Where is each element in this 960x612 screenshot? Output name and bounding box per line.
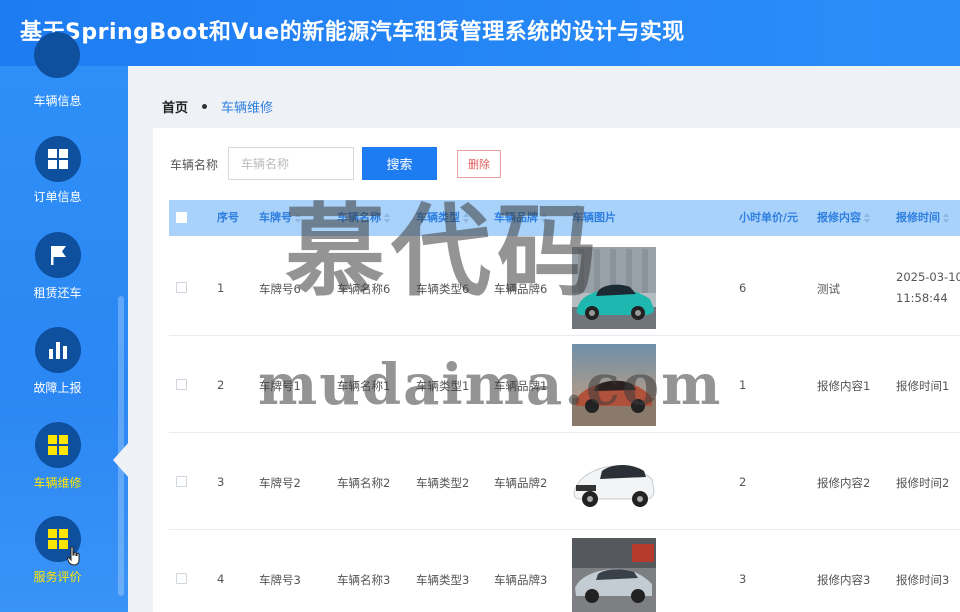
col-header-image: 车辆图片 [572, 211, 616, 224]
cell-time-date: 2025-03-10 [896, 270, 960, 284]
cell-brand: 车辆品牌1 [494, 379, 548, 393]
select-all-checkbox[interactable] [176, 212, 187, 223]
content-panel: 车辆名称 搜索 删除 序号 车牌号 车辆名称 车辆类型 车辆品牌 车辆图片 小时… [153, 128, 960, 612]
row-checkbox[interactable] [176, 573, 187, 584]
cell-content: 报修内容3 [817, 573, 871, 587]
cell-content: 测试 [817, 282, 840, 296]
circle-icon [34, 32, 80, 78]
sidebar-item-service-review[interactable]: 服务评价 [0, 516, 115, 585]
cell-brand: 车辆品牌6 [494, 282, 548, 296]
col-header-brand[interactable]: 车辆品牌 [494, 200, 547, 236]
cell-name: 车辆名称6 [337, 282, 391, 296]
cell-type: 车辆类型1 [416, 379, 470, 393]
table-row[interactable]: 3 车牌号2 车辆名称2 车辆类型2 车辆品牌2 2 报修内容2 报修时间2 [169, 433, 960, 530]
col-header-index: 序号 [217, 211, 239, 224]
sidebar-item-label: 车辆信息 [33, 94, 82, 108]
col-header-label: 车牌号 [259, 211, 292, 224]
grid-icon [34, 422, 81, 468]
sort-icon[interactable] [463, 213, 469, 223]
sidebar-item-vehicle-info[interactable]: 车辆信息 [0, 32, 115, 109]
table-header: 序号 车牌号 车辆名称 车辆类型 车辆品牌 车辆图片 小时单价/元 报修内容 报… [169, 200, 960, 236]
cell-type: 车辆类型2 [416, 476, 470, 490]
breadcrumb: 首页 车辆维修 [162, 97, 273, 116]
cell-price: 6 [739, 281, 747, 295]
row-checkbox[interactable] [176, 379, 187, 390]
cell-content: 报修内容1 [817, 379, 871, 393]
search-input[interactable] [228, 147, 354, 180]
col-header-label: 报修内容 [817, 211, 861, 224]
col-header-label: 车辆名称 [337, 211, 381, 224]
sidebar-item-vehicle-repair[interactable]: 车辆维修 [0, 422, 115, 491]
cell-name: 车辆名称1 [337, 379, 391, 393]
top-bar: 基于SpringBoot和Vue的新能源汽车租赁管理系统的设计与实现 [0, 0, 960, 66]
cell-name: 车辆名称3 [337, 573, 391, 587]
flag-icon [34, 232, 81, 278]
cell-time: 报修时间3 [896, 573, 950, 587]
cell-index: 2 [217, 378, 225, 392]
sidebar-item-order-info[interactable]: 订单信息 [0, 136, 115, 205]
sort-icon[interactable] [864, 213, 870, 223]
cell-time: 报修时间2 [896, 476, 950, 490]
sidebar-item-label: 故障上报 [33, 381, 82, 395]
cell-name: 车辆名称2 [337, 476, 391, 490]
sidebar: 车辆信息 订单信息 租赁还车 故障上报 车辆维修 服务评价 [0, 32, 129, 612]
breadcrumb-home[interactable]: 首页 [162, 97, 188, 116]
sort-icon[interactable] [541, 213, 547, 223]
cell-price: 1 [739, 378, 747, 392]
cell-time-clock: 11:58:44 [896, 291, 948, 305]
cell-plate: 车牌号6 [259, 282, 301, 296]
hand-cursor-icon [67, 546, 80, 566]
active-item-notch [113, 442, 129, 478]
breadcrumb-separator [202, 104, 208, 109]
col-header-content[interactable]: 报修内容 [817, 200, 870, 236]
sort-icon[interactable] [943, 213, 949, 223]
cell-index: 3 [217, 475, 225, 489]
car-image[interactable] [572, 538, 656, 612]
cell-plate: 车牌号2 [259, 476, 301, 490]
cell-time: 报修时间1 [896, 379, 950, 393]
car-image[interactable] [572, 344, 656, 426]
delete-button[interactable]: 删除 [457, 150, 501, 178]
col-header-type[interactable]: 车辆类型 [416, 200, 469, 236]
breadcrumb-current: 车辆维修 [221, 101, 274, 116]
row-checkbox[interactable] [176, 476, 187, 487]
cell-brand: 车辆品牌3 [494, 573, 548, 587]
table-row[interactable]: 4 车牌号3 车辆名称3 车辆类型3 车辆品牌3 3 报修内容3 报修时间3 [169, 530, 960, 612]
cell-content: 报修内容2 [817, 476, 871, 490]
cell-type: 车辆类型3 [416, 573, 470, 587]
cell-price: 2 [739, 475, 747, 489]
cell-type: 车辆类型6 [416, 282, 470, 296]
sidebar-item-fault-report[interactable]: 故障上报 [0, 327, 115, 396]
table-row[interactable]: 1 车牌号6 车辆名称6 车辆类型6 车辆品牌6 6 测试 2025-03-10 [169, 239, 960, 336]
cell-index: 4 [217, 572, 225, 586]
col-header-time[interactable]: 报修时间 [896, 200, 949, 236]
col-header-plate[interactable]: 车牌号 [259, 200, 301, 236]
cell-brand: 车辆品牌2 [494, 476, 548, 490]
sidebar-item-rental-return[interactable]: 租赁还车 [0, 232, 115, 301]
cell-price: 3 [739, 572, 747, 586]
car-image[interactable] [572, 247, 656, 329]
car-image[interactable] [572, 441, 656, 523]
grid-icon [34, 136, 81, 182]
col-header-name[interactable]: 车辆名称 [337, 200, 390, 236]
col-header-price: 小时单价/元 [739, 211, 799, 224]
sidebar-item-label: 车辆维修 [33, 476, 82, 490]
app-title: 基于SpringBoot和Vue的新能源汽车租赁管理系统的设计与实现 [20, 20, 685, 45]
sort-icon[interactable] [384, 213, 390, 223]
col-header-label: 车辆类型 [416, 211, 460, 224]
sidebar-item-label: 租赁还车 [33, 286, 82, 300]
sidebar-item-label: 订单信息 [33, 190, 82, 204]
table-row[interactable]: 2 车牌号1 车辆名称1 车辆类型1 车辆品牌1 1 报修内容1 报修时间1 [169, 336, 960, 433]
search-label: 车辆名称 [170, 158, 219, 172]
sort-icon[interactable] [295, 213, 301, 223]
cell-index: 1 [217, 281, 225, 295]
sidebar-item-label: 服务评价 [33, 570, 82, 584]
col-header-label: 报修时间 [896, 211, 940, 224]
col-header-label: 车辆品牌 [494, 211, 538, 224]
bar-chart-icon [34, 327, 81, 373]
cell-plate: 车牌号3 [259, 573, 301, 587]
search-button[interactable]: 搜索 [362, 147, 437, 180]
cell-plate: 车牌号1 [259, 379, 301, 393]
row-checkbox[interactable] [176, 282, 187, 293]
